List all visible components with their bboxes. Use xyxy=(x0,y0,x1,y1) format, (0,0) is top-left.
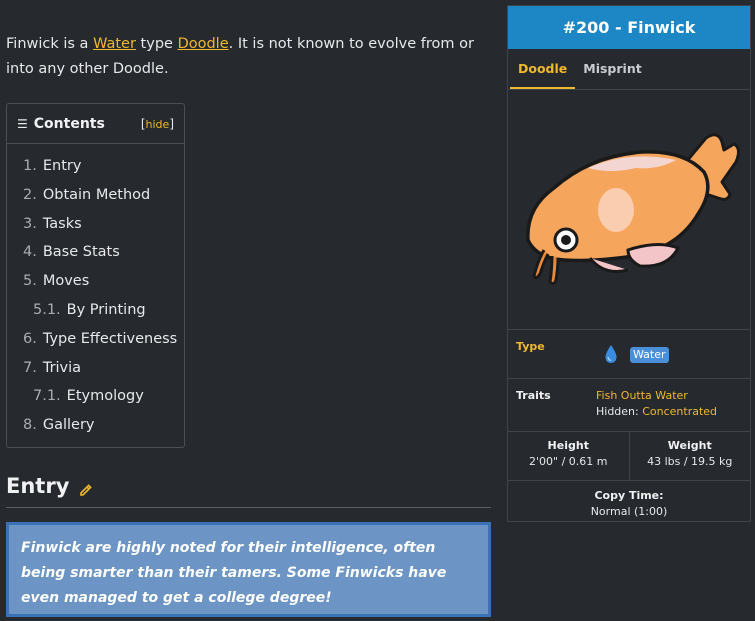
trait-main-link[interactable]: Fish Outta Water xyxy=(596,388,717,404)
traits-label: Traits xyxy=(516,389,551,402)
water-type-badge[interactable]: Water xyxy=(630,347,669,363)
copy-time-value: Normal (1:00) xyxy=(590,505,668,518)
toc-item-etymology[interactable]: 7.1. Etymology xyxy=(7,382,184,411)
water-type-link[interactable]: Water xyxy=(93,36,136,52)
tab-misprint[interactable]: Misprint xyxy=(575,49,649,89)
toc-header: ☰ Contents [hide] xyxy=(7,104,184,144)
toc-item-tasks[interactable]: 3. Tasks xyxy=(7,210,184,239)
entry-title: Entry xyxy=(6,474,70,498)
weight-value: 43 lbs / 19.5 kg xyxy=(647,455,733,468)
table-of-contents: ☰ Contents [hide] 1. Entry 2. Obtain Metho… xyxy=(6,103,185,448)
copy-time-label: Copy Time: xyxy=(594,489,664,502)
weight-label: Weight xyxy=(667,439,712,452)
toc-item-trivia[interactable]: 7. Trivia xyxy=(7,354,184,383)
entry-quote-text: Finwick are highly noted for their intel… xyxy=(21,540,447,606)
doodle-infobox: #200 - Finwick Doodle Misprint Type Wate… xyxy=(507,5,751,522)
infobox-title: #200 - Finwick xyxy=(508,6,750,49)
height-cell: Height 2'00" / 0.61 m xyxy=(508,432,629,480)
intro-text-2: type xyxy=(135,36,178,52)
toc-list: 1. Entry 2. Obtain Method 3. Tasks 4. Base S… xyxy=(7,144,184,440)
tab-doodle[interactable]: Doodle xyxy=(510,49,576,89)
list-icon: ☰ xyxy=(17,116,28,131)
intro-paragraph: Finwick is a Water type Doodle. It is no… xyxy=(6,32,496,82)
entry-heading: Entry xyxy=(6,474,491,508)
height-value: 2'00" / 0.61 m xyxy=(529,455,608,468)
type-row: Type Water xyxy=(508,330,750,379)
entry-quote: Finwick are highly noted for their intel… xyxy=(6,522,491,617)
toc-hide-toggle[interactable]: [hide] xyxy=(141,117,174,131)
pencil-edit-icon[interactable] xyxy=(79,482,93,501)
toc-item-obtain-method[interactable]: 2. Obtain Method xyxy=(7,181,184,210)
toc-item-entry[interactable]: 1. Entry xyxy=(7,152,184,181)
toc-item-gallery[interactable]: 8. Gallery xyxy=(7,411,184,440)
toc-item-by-printing[interactable]: 5.1. By Printing xyxy=(7,296,184,325)
hidden-trait-prefix: Hidden: xyxy=(596,405,643,418)
toc-item-type-effectiveness[interactable]: 6. Type Effectiveness xyxy=(7,325,184,354)
water-drop-icon xyxy=(604,344,618,368)
intro-text-1: Finwick is a xyxy=(6,36,94,52)
doodle-link[interactable]: Doodle xyxy=(178,36,229,52)
finwick-fish-illustration xyxy=(526,133,741,286)
toc-item-base-stats[interactable]: 4. Base Stats xyxy=(7,238,184,267)
infobox-tabs: Doodle Misprint xyxy=(508,49,750,90)
traits-values: Fish Outta Water Hidden: Concentrated xyxy=(596,388,717,420)
doodle-image xyxy=(508,90,750,330)
toc-title: Contents xyxy=(33,115,105,132)
weight-cell: Weight 43 lbs / 19.5 kg xyxy=(628,432,751,480)
toc-hide-label[interactable]: hide xyxy=(146,118,170,131)
type-label: Type xyxy=(516,340,545,353)
height-weight-row: Height 2'00" / 0.61 m Weight 43 lbs / 19… xyxy=(508,432,750,481)
copy-time-row: Copy Time: Normal (1:00) xyxy=(508,481,750,531)
height-label: Height xyxy=(547,439,589,452)
toc-item-moves[interactable]: 5. Moves xyxy=(7,267,184,296)
traits-row: Traits Fish Outta Water Hidden: Concentr… xyxy=(508,379,750,432)
trait-hidden-link[interactable]: Concentrated xyxy=(642,405,717,418)
